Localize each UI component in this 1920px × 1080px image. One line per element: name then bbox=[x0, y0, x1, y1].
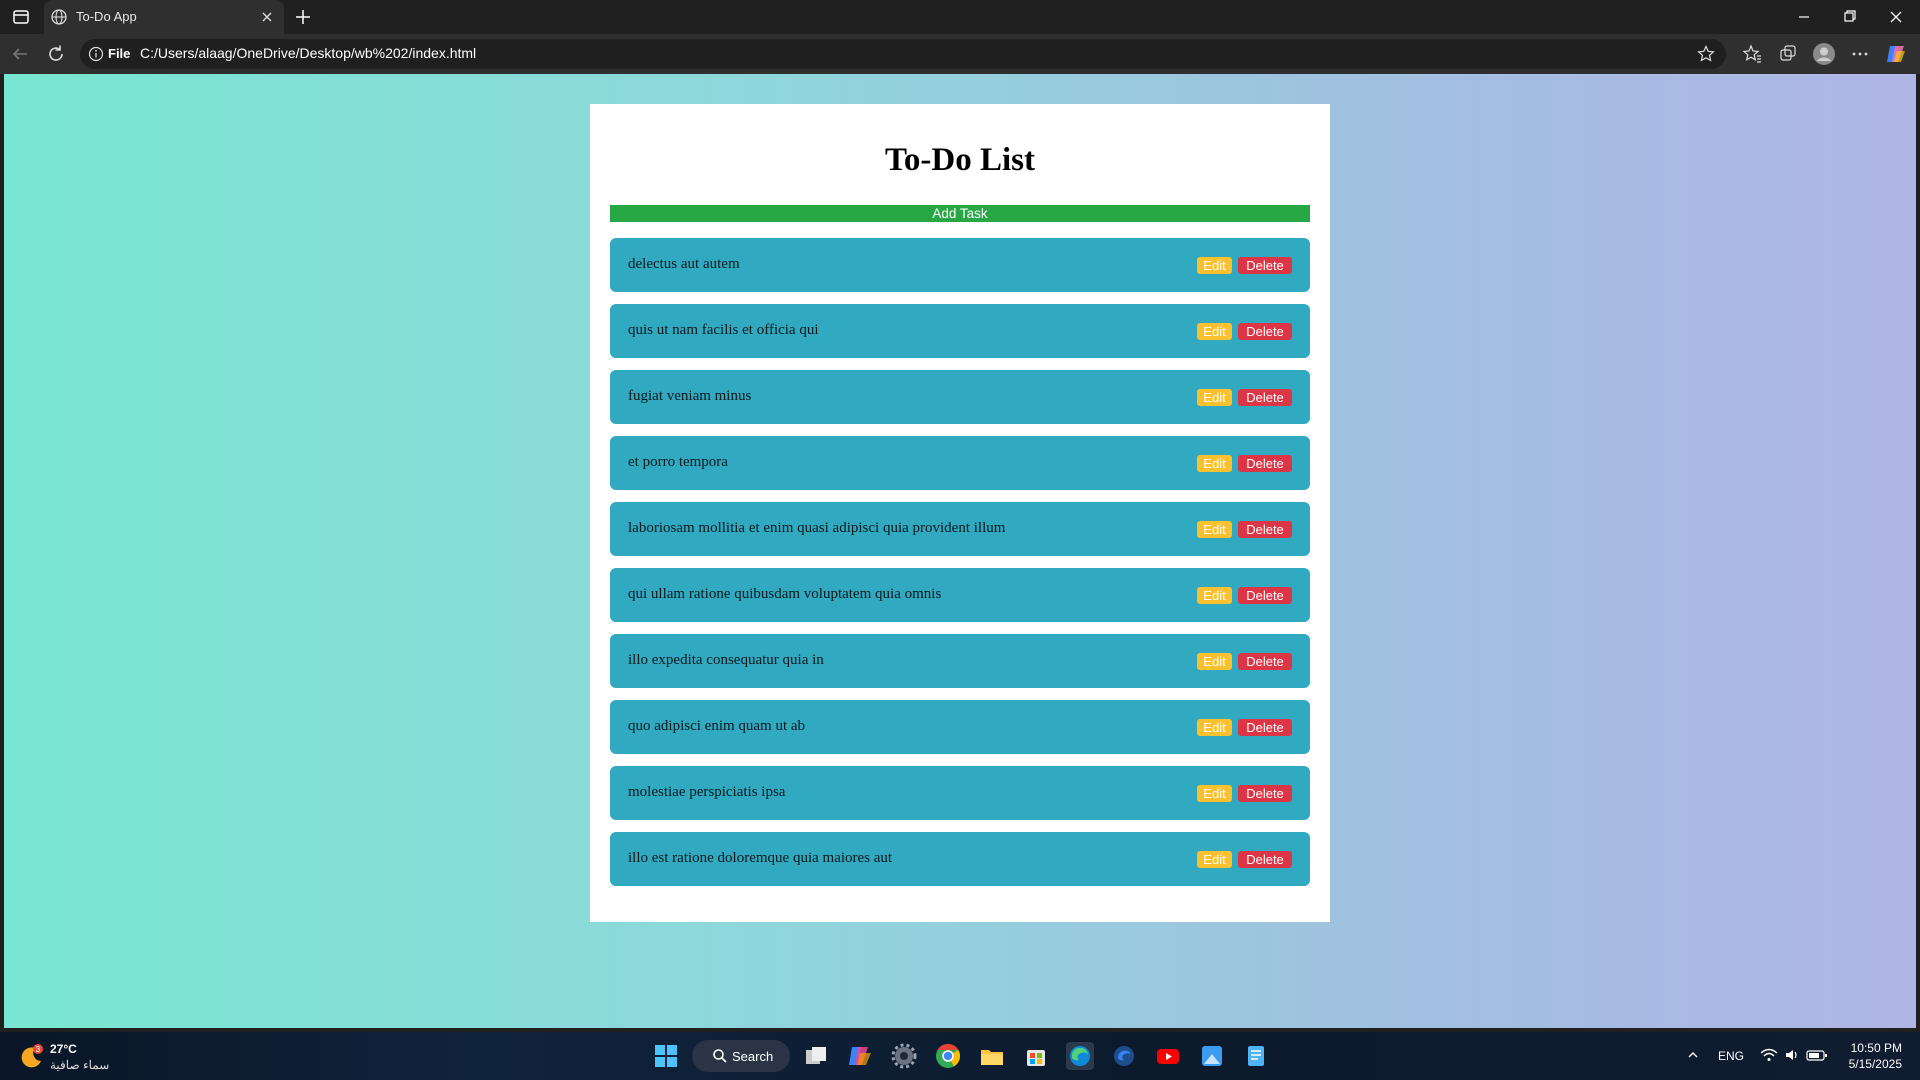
task-item: molestiae perspiciatis ipsa Edit Delete bbox=[610, 766, 1310, 820]
delete-button[interactable]: Delete bbox=[1238, 851, 1292, 868]
task-text: illo expedita consequatur quia in bbox=[628, 652, 824, 668]
task-text: delectus aut autem bbox=[628, 256, 740, 272]
edit-button[interactable]: Edit bbox=[1197, 455, 1232, 472]
search-icon bbox=[712, 1048, 728, 1064]
edit-button[interactable]: Edit bbox=[1197, 719, 1232, 736]
wifi-icon[interactable] bbox=[1760, 1048, 1778, 1065]
task-text: fugiat veniam minus bbox=[628, 388, 752, 404]
task-item: laboriosam mollitia et enim quasi adipis… bbox=[610, 502, 1310, 556]
edit-button[interactable]: Edit bbox=[1197, 521, 1232, 538]
edge-dev-icon[interactable] bbox=[1110, 1042, 1138, 1070]
globe-icon bbox=[50, 8, 68, 26]
delete-button[interactable]: Delete bbox=[1238, 785, 1292, 802]
tab-title: To-Do App bbox=[76, 9, 137, 24]
refresh-icon[interactable] bbox=[44, 42, 68, 66]
browser-toolbar: File C:/Users/alaag/OneDrive/Desktop/wb%… bbox=[0, 34, 1920, 74]
address-bar[interactable]: File C:/Users/alaag/OneDrive/Desktop/wb%… bbox=[80, 39, 1726, 69]
delete-button[interactable]: Delete bbox=[1238, 323, 1292, 340]
task-text: molestiae perspiciatis ipsa bbox=[628, 784, 786, 800]
task-item: qui ullam ratione quibusdam voluptatem q… bbox=[610, 568, 1310, 622]
task-item: illo est ratione doloremque quia maiores… bbox=[610, 832, 1310, 886]
edit-button[interactable]: Edit bbox=[1197, 785, 1232, 802]
delete-button[interactable]: Delete bbox=[1238, 257, 1292, 274]
url-text[interactable]: C:/Users/alaag/OneDrive/Desktop/wb%202/i… bbox=[140, 45, 476, 61]
store-icon[interactable] bbox=[1022, 1042, 1050, 1070]
todo-container: To-Do List Add Task delectus aut autem E… bbox=[590, 104, 1330, 922]
edit-button[interactable]: Edit bbox=[1197, 323, 1232, 340]
task-view-icon[interactable] bbox=[802, 1042, 830, 1070]
task-item: et porro tempora Edit Delete bbox=[610, 436, 1310, 490]
add-task-button[interactable]: Add Task bbox=[610, 205, 1310, 222]
search-label: Search bbox=[732, 1049, 774, 1064]
edit-button[interactable]: Edit bbox=[1197, 389, 1232, 406]
task-text: et porro tempora bbox=[628, 454, 728, 470]
page-viewport: To-Do List Add Task delectus aut autem E… bbox=[4, 74, 1916, 1028]
task-text: qui ullam ratione quibusdam voluptatem q… bbox=[628, 586, 942, 602]
language-indicator[interactable]: ENG bbox=[1718, 1049, 1744, 1063]
back-icon[interactable] bbox=[8, 42, 32, 66]
edit-button[interactable]: Edit bbox=[1197, 653, 1232, 670]
clock-date: 5/15/2025 bbox=[1848, 1057, 1902, 1071]
info-icon[interactable] bbox=[88, 46, 104, 62]
copilot-icon[interactable] bbox=[1884, 42, 1908, 66]
clock-time: 10:50 PM bbox=[1850, 1041, 1902, 1055]
more-options-icon[interactable] bbox=[1848, 42, 1872, 66]
favorite-star-icon[interactable] bbox=[1696, 44, 1716, 64]
task-text: quo adipisci enim quam ut ab bbox=[628, 718, 806, 734]
moon-weather-icon: 3 bbox=[18, 1044, 44, 1070]
close-window-icon[interactable] bbox=[1874, 4, 1918, 30]
collections-icon[interactable] bbox=[1776, 42, 1800, 66]
task-item: quo adipisci enim quam ut ab Edit Delete bbox=[610, 700, 1310, 754]
restore-icon[interactable] bbox=[1828, 4, 1872, 30]
file-explorer-icon[interactable] bbox=[978, 1042, 1006, 1070]
delete-button[interactable]: Delete bbox=[1238, 719, 1292, 736]
task-item: illo expedita consequatur quia in Edit D… bbox=[610, 634, 1310, 688]
browser-tab-strip: To-Do App bbox=[0, 0, 1920, 34]
show-hidden-icons-icon[interactable] bbox=[1686, 1048, 1700, 1065]
delete-button[interactable]: Delete bbox=[1238, 587, 1292, 604]
profile-avatar-icon[interactable] bbox=[1812, 42, 1836, 66]
edit-button[interactable]: Edit bbox=[1197, 257, 1232, 274]
settings-gear-icon[interactable] bbox=[890, 1042, 918, 1070]
page-title: To-Do List bbox=[884, 142, 1036, 178]
weather-temperature: 27°C bbox=[50, 1042, 77, 1056]
delete-button[interactable]: Delete bbox=[1238, 653, 1292, 670]
close-tab-icon[interactable] bbox=[258, 8, 276, 26]
task-text: illo est ratione doloremque quia maiores… bbox=[628, 850, 893, 866]
edit-button[interactable]: Edit bbox=[1197, 851, 1232, 868]
copilot-app-icon[interactable] bbox=[846, 1042, 874, 1070]
task-item: quis ut nam facilis et officia qui Edit … bbox=[610, 304, 1310, 358]
system-clock[interactable]: 10:50 PM 5/15/2025 bbox=[1849, 1040, 1902, 1072]
photos-icon[interactable] bbox=[1198, 1042, 1226, 1070]
browser-tab[interactable]: To-Do App bbox=[44, 0, 284, 34]
task-text: laboriosam mollitia et enim quasi adipis… bbox=[628, 520, 1006, 536]
edit-button[interactable]: Edit bbox=[1197, 587, 1232, 604]
url-scheme: File bbox=[108, 46, 131, 61]
minimize-icon[interactable] bbox=[1782, 4, 1826, 30]
weather-badge: 3 bbox=[36, 1045, 41, 1054]
windows-taskbar: 3 27°C سماء صافية Search ENG 10:50 PM 5/… bbox=[0, 1032, 1920, 1080]
tab-actions-icon[interactable] bbox=[10, 6, 32, 28]
youtube-icon[interactable] bbox=[1154, 1042, 1182, 1070]
notepad-icon[interactable] bbox=[1242, 1042, 1270, 1070]
task-item: fugiat veniam minus Edit Delete bbox=[610, 370, 1310, 424]
chrome-icon[interactable] bbox=[934, 1042, 962, 1070]
delete-button[interactable]: Delete bbox=[1238, 521, 1292, 538]
task-text: quis ut nam facilis et officia qui bbox=[628, 322, 819, 338]
taskbar-search[interactable]: Search bbox=[692, 1040, 790, 1072]
battery-icon[interactable] bbox=[1806, 1048, 1828, 1065]
delete-button[interactable]: Delete bbox=[1238, 455, 1292, 472]
volume-icon[interactable] bbox=[1784, 1048, 1800, 1065]
task-item: delectus aut autem Edit Delete bbox=[610, 238, 1310, 292]
weather-description: سماء صافية bbox=[50, 1058, 110, 1072]
delete-button[interactable]: Delete bbox=[1238, 389, 1292, 406]
favorites-icon[interactable] bbox=[1740, 42, 1764, 66]
start-windows-icon[interactable] bbox=[652, 1042, 680, 1070]
edge-icon[interactable] bbox=[1066, 1042, 1094, 1070]
new-tab-icon[interactable] bbox=[292, 6, 314, 28]
